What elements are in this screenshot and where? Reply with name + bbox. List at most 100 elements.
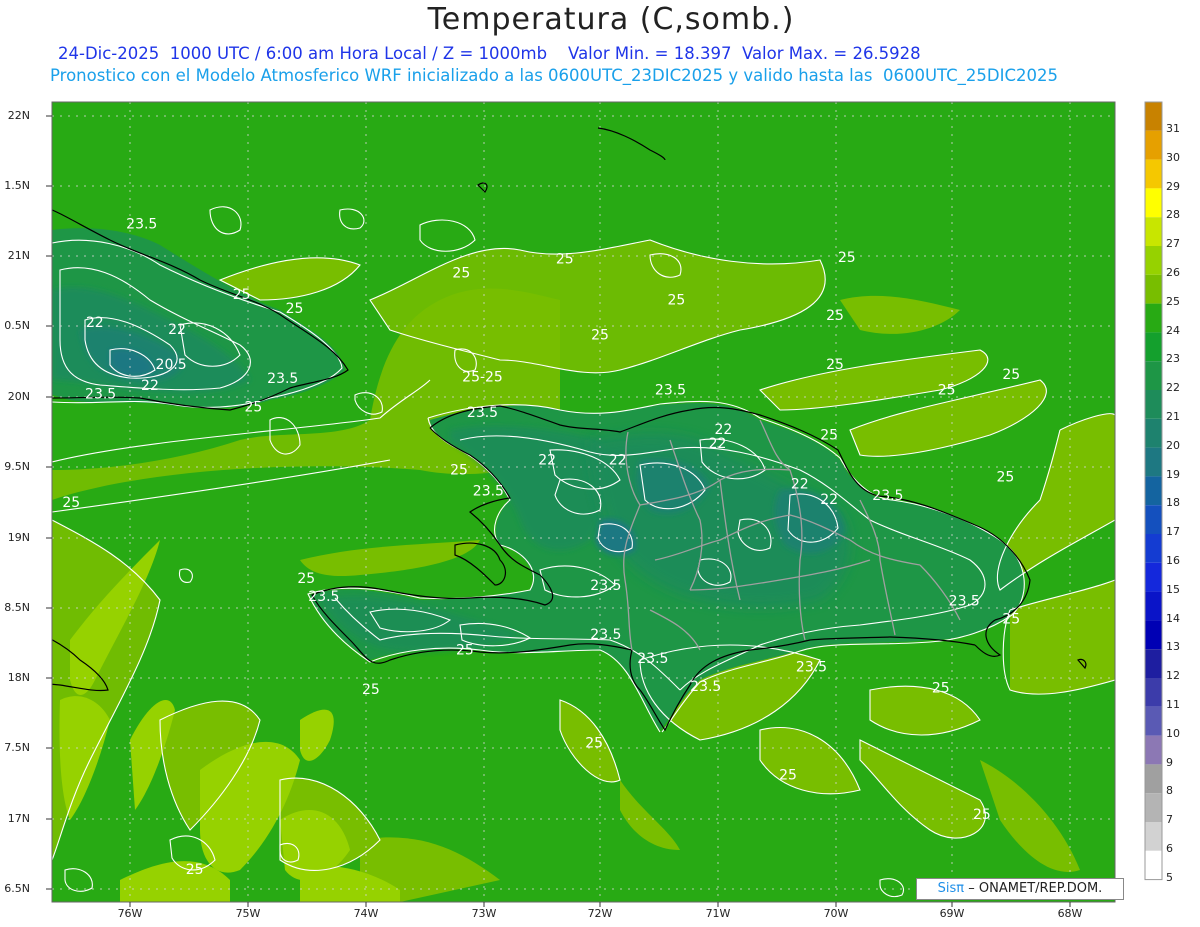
colorbar-swatch <box>1145 246 1162 275</box>
contour-label: 25 <box>286 301 304 317</box>
contour-label: 25 <box>838 250 856 266</box>
lon-label: 72W <box>587 907 613 920</box>
colorbar-swatch <box>1145 678 1162 707</box>
colorbar-level-label: 19 <box>1166 467 1180 481</box>
colorbar-level-label: 9 <box>1166 755 1173 769</box>
lat-label: 7.5N <box>4 741 30 754</box>
colorbar-swatch <box>1145 159 1162 189</box>
contour-label: 23.5 <box>590 627 621 643</box>
colorbar-swatch <box>1145 102 1162 131</box>
contour-label: 25 <box>826 308 844 324</box>
colorbar-swatch <box>1145 591 1162 621</box>
colorbar-swatch <box>1145 476 1162 506</box>
colorbar-swatch <box>1145 534 1162 563</box>
contour-label: 23.5 <box>690 679 721 695</box>
contour-label: 23.5 <box>949 593 980 609</box>
colorbar-level-label: 6 <box>1166 842 1173 855</box>
contour-label: 22 <box>141 378 159 394</box>
colorbar-swatch <box>1145 706 1162 736</box>
colorbar-level-label: 18 <box>1166 496 1180 510</box>
lat-label: 0.5N <box>4 319 30 332</box>
colorbar-level-label: 14 <box>1166 611 1180 625</box>
colorbar-swatch <box>1145 274 1162 304</box>
colorbar-swatch <box>1145 562 1162 592</box>
contour-label: 25 <box>820 427 838 443</box>
colorbar-swatch <box>1145 793 1162 822</box>
contour-label: 20.5 <box>156 357 187 373</box>
colorbar-level-label: 7 <box>1166 813 1173 827</box>
contour-label: 25 <box>826 357 844 373</box>
contour-label: 22 <box>609 453 627 469</box>
map-title: Temperatura (C,somb.) <box>427 2 795 37</box>
colorbar-level-label: 24 <box>1166 323 1180 337</box>
colorbar-level-label: 29 <box>1166 179 1180 193</box>
colorbar <box>1144 101 1163 881</box>
contour-label: 25 <box>186 862 204 878</box>
lat-label: 21N <box>7 249 30 262</box>
contour-label: 25 <box>591 328 609 344</box>
colorbar-level-label: 8 <box>1166 784 1173 798</box>
model-info-line: Pronostico con el Modelo Atmosferico WRF… <box>50 66 1058 85</box>
contour-label: 22 <box>168 322 186 338</box>
colorbar-swatch <box>1145 303 1162 333</box>
contour-label: 25 <box>244 399 262 415</box>
lat-label: 9.5N <box>4 460 30 473</box>
contour-label: 25 <box>973 807 991 823</box>
contour-label: 25 <box>585 735 603 751</box>
contour-label: 25 <box>938 382 956 398</box>
contour-label: 25 <box>996 470 1014 486</box>
colorbar-level-label: 31 <box>1166 122 1180 135</box>
contour-label: 25 <box>62 495 80 511</box>
colorbar-swatch <box>1145 735 1162 765</box>
colorbar-level-label: 25 <box>1166 294 1180 308</box>
colorbar-level-label: 28 <box>1166 208 1180 222</box>
colorbar-swatch <box>1145 447 1162 477</box>
lat-label: 20N <box>7 390 30 403</box>
colorbar-level-label: 30 <box>1166 150 1180 164</box>
colorbar-swatch <box>1145 418 1162 448</box>
contour-label: 25 <box>779 768 797 784</box>
colorbar-level-label: 16 <box>1166 554 1180 567</box>
colorbar-level-label: 12 <box>1166 669 1180 683</box>
contour-label: 23.5 <box>473 484 504 500</box>
colorbar-swatch <box>1145 764 1162 794</box>
contour-label: 25 <box>456 642 474 658</box>
contour-label: 22 <box>820 492 838 508</box>
lat-label: 18N <box>7 671 30 684</box>
colorbar-level-label: 5 <box>1166 870 1173 884</box>
colorbar-swatch <box>1145 649 1162 678</box>
colorbar-level-label: 26 <box>1166 266 1180 279</box>
lat-label: 19N <box>7 531 30 544</box>
contour-label: 25 <box>556 252 574 268</box>
contour-label: 25 <box>233 287 251 303</box>
colorbar-level-label: 17 <box>1166 525 1180 539</box>
contour-label: 23.5 <box>308 589 339 605</box>
lat-label: 1.5N <box>4 179 30 192</box>
lon-label: 74W <box>353 907 379 920</box>
lat-label: 22N <box>7 109 30 122</box>
lon-label: 68W <box>1057 907 1083 920</box>
contour-label: 25 <box>450 463 468 479</box>
temperature-map: 23.5 25 25 22 22 20.5 22 23.5 23.5 25 25 25 25 25 25 25… <box>46 101 1163 907</box>
contour-label: 23.5 <box>467 405 498 421</box>
contour-label: 22 <box>538 453 556 469</box>
contour-label: 23.5 <box>655 382 686 398</box>
credit-box: Sisπ – ONAMET/REP.DOM. <box>916 878 1124 900</box>
contour-label: 22 <box>709 436 727 452</box>
contour-label: 25 <box>1002 612 1020 628</box>
lon-label: 69W <box>939 907 965 920</box>
contour-label: 23.5 <box>796 659 827 675</box>
lon-label: 76W <box>117 907 143 920</box>
contour-label: 25 <box>932 680 950 696</box>
colorbar-level-label: 23 <box>1166 352 1180 366</box>
colorbar-level-label: 11 <box>1166 698 1180 711</box>
lat-label: 17N <box>7 812 30 825</box>
colorbar-level-label: 27 <box>1166 237 1180 251</box>
contour-label: 23.5 <box>267 371 298 387</box>
colorbar-level-label: 22 <box>1166 381 1180 395</box>
colorbar-level-label: 10 <box>1166 726 1180 740</box>
colorbar-swatch <box>1145 822 1162 851</box>
colorbar-swatch <box>1145 130 1162 160</box>
contour-label: 23.5 <box>637 651 668 667</box>
colorbar-swatch <box>1145 505 1162 534</box>
